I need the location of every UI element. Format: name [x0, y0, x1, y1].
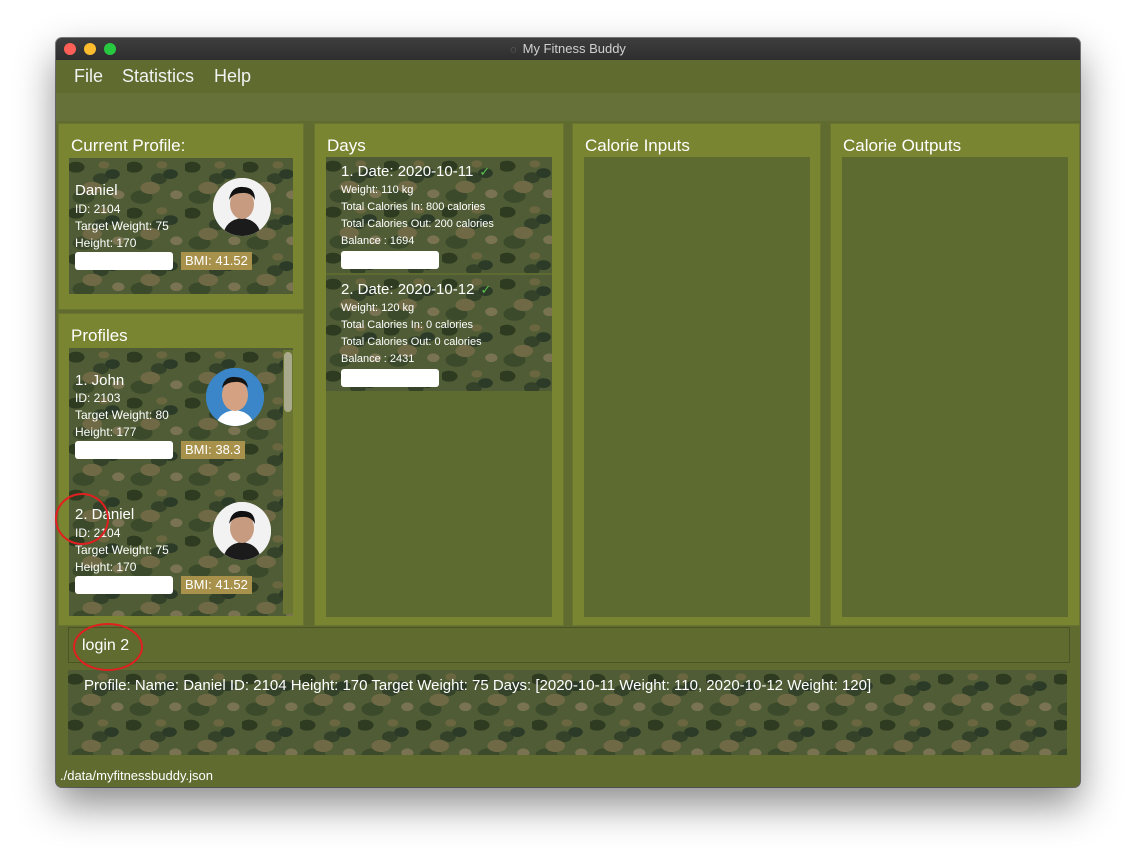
current-profile-title: Current Profile:: [71, 136, 186, 155]
calorie-outputs-title: Calorie Outputs: [843, 136, 962, 155]
status-bar: ./data/myfitnessbuddy.json: [56, 762, 1080, 787]
profile-height: Height: 177: [75, 425, 137, 439]
profile-index-name: 2. Daniel: [75, 506, 135, 523]
avatar: [213, 178, 271, 236]
profiles-list[interactable]: 1. John ID: 2103 Target Weight: 80 Heigh…: [69, 348, 293, 616]
menu-bar: File Statistics Help: [56, 60, 1080, 94]
profile-progress-bar: [75, 576, 173, 594]
list-item[interactable]: 1. John ID: 2103 Target Weight: 80 Heigh…: [69, 348, 293, 484]
day-balance: Balance : 2431: [341, 353, 415, 365]
profile-height: Height: 170: [75, 560, 137, 574]
day-calories-in: Total Calories In: 0 calories: [341, 319, 474, 331]
avatar-photo: [206, 368, 264, 426]
menu-file[interactable]: File: [74, 66, 103, 87]
command-input[interactable]: login 2: [82, 637, 129, 655]
check-icon: ✓: [479, 164, 491, 179]
calorie-inputs-title: Calorie Inputs: [585, 136, 690, 155]
profile-height: Height: 170: [75, 236, 137, 250]
check-icon: ✓: [480, 282, 492, 297]
day-balance: Balance : 1694: [341, 235, 415, 247]
calorie-inputs-list[interactable]: [584, 157, 810, 617]
current-profile-panel: Current Profile: Daniel ID: 2104 Target …: [58, 123, 304, 310]
day-progress-bar: [341, 369, 439, 387]
window-title: My Fitness Buddy: [522, 41, 626, 56]
profiles-scrollbar[interactable]: [283, 350, 293, 614]
profile-progress-bar: [75, 252, 173, 270]
bmi-badge: BMI: 41.52: [181, 576, 252, 594]
window-title-area: ◌ My Fitness Buddy: [56, 41, 1080, 56]
profile-name: Daniel: [75, 182, 118, 199]
days-panel: Days 1. Date: 2020-10-11 ✓ Weight: 110 kg…: [314, 123, 564, 626]
app-window: ◌ My Fitness Buddy File Statistics Help C…: [56, 38, 1080, 787]
result-display: Profile: Name: Daniel ID: 2104 Height: 1…: [68, 670, 1067, 755]
profile-target-weight: Target Weight: 75: [75, 219, 169, 233]
profile-id: ID: 2103: [75, 391, 121, 405]
profile-id: ID: 2104: [75, 202, 121, 216]
command-box[interactable]: login 2: [68, 627, 1070, 663]
day-date: 1. Date: 2020-10-11: [341, 163, 474, 180]
day-weight: Weight: 120 kg: [341, 302, 415, 314]
day-calories-out: Total Calories Out: 200 calories: [341, 218, 494, 230]
avatar: [213, 502, 271, 560]
toolbar-strip: [56, 93, 1080, 121]
profiles-title: Profiles: [71, 326, 128, 345]
list-item[interactable]: 1. Date: 2020-10-11 ✓ Weight: 110 kg Tota…: [326, 157, 552, 273]
scroll-thumb[interactable]: [284, 352, 292, 412]
bmi-badge: BMI: 38.3: [181, 441, 245, 459]
days-title: Days: [327, 136, 366, 155]
day-weight: Weight: 110 kg: [341, 184, 414, 196]
list-item[interactable]: 2. Daniel ID: 2104 Target Weight: 75 Hei…: [69, 484, 293, 616]
title-bar: ◌ My Fitness Buddy: [56, 38, 1080, 61]
menu-help[interactable]: Help: [214, 66, 251, 87]
profiles-panel: Profiles 1. John ID: 2103 Target Weight:…: [58, 313, 304, 626]
calorie-inputs-panel: Calorie Inputs: [572, 123, 821, 626]
day-progress-bar: [341, 251, 439, 269]
profile-target-weight: Target Weight: 80: [75, 408, 169, 422]
profile-index-name: 1. John: [75, 372, 125, 389]
save-location: ./data/myfitnessbuddy.json: [60, 768, 213, 783]
profile-target-weight: Target Weight: 75: [75, 543, 169, 557]
list-item[interactable]: 2. Date: 2020-10-12 ✓ Weight: 120 kg Tota…: [326, 275, 552, 391]
avatar-photo: [213, 178, 271, 236]
day-title: 2. Date: 2020-10-12 ✓: [341, 281, 491, 298]
day-date: 2. Date: 2020-10-12: [341, 281, 475, 298]
profile-id: ID: 2104: [75, 526, 121, 540]
profile-progress-bar: [75, 441, 173, 459]
app-icon: ◌: [510, 44, 517, 56]
avatar: [206, 368, 264, 426]
bmi-badge: BMI: 41.52: [181, 252, 252, 270]
day-calories-in: Total Calories In: 800 calories: [341, 201, 486, 213]
result-text: Profile: Name: Daniel ID: 2104 Height: 1…: [84, 677, 872, 694]
profile-card: Daniel ID: 2104 Target Weight: 75 Height…: [69, 158, 293, 294]
menu-statistics[interactable]: Statistics: [122, 66, 194, 87]
day-title: 1. Date: 2020-10-11 ✓: [341, 163, 490, 180]
calorie-outputs-panel: Calorie Outputs: [830, 123, 1080, 626]
days-list[interactable]: 1. Date: 2020-10-11 ✓ Weight: 110 kg Tota…: [326, 157, 552, 617]
day-calories-out: Total Calories Out: 0 calories: [341, 336, 482, 348]
current-profile-card: Daniel ID: 2104 Target Weight: 75 Height…: [69, 158, 293, 294]
calorie-outputs-list[interactable]: [842, 157, 1068, 617]
avatar-photo: [213, 502, 271, 560]
